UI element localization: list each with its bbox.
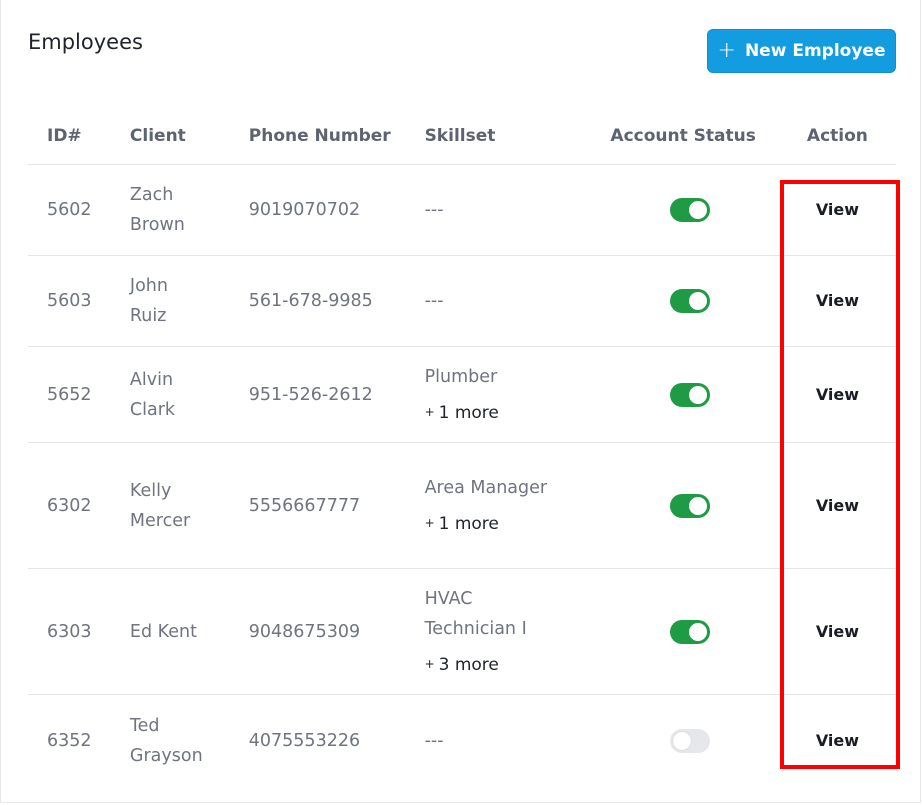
cell-action: View [778, 255, 896, 347]
cell-skillset: --- [425, 695, 564, 787]
cell-id: 5602 [28, 164, 130, 256]
cell-phone: 9019070702 [248, 164, 425, 256]
cell-skillset: HVAC Technician I +3 more [424, 568, 564, 695]
cell-account-status [563, 442, 779, 569]
cell-phone: 9048675309 [248, 568, 425, 695]
plus-icon: + [424, 656, 435, 671]
cell-action: View [778, 164, 896, 256]
skillset-more[interactable]: +3 more [425, 649, 564, 680]
table-row: 6352 Ted Grayson 4075553226 --- View [28, 695, 896, 787]
cell-action: View [778, 568, 896, 695]
new-employee-label: New Employee [744, 41, 886, 61]
account-status-toggle[interactable] [669, 728, 710, 753]
table-row: 6302 Kelly Mercer 5556667777 Area Manage… [28, 442, 896, 569]
cell-id: 5652 [28, 346, 130, 443]
column-header-phone[interactable]: Phone Number [248, 108, 425, 165]
client-name: Ted Grayson [129, 715, 203, 766]
employees-card: Employees + New Employee ID# Client Phon… [0, 0, 921, 803]
column-header-skillset[interactable]: Skillset [424, 108, 564, 165]
client-name: Ed Kent [129, 621, 197, 642]
toggle-knob [688, 496, 707, 515]
view-button[interactable]: View [816, 200, 859, 219]
cell-client: John Ruiz [129, 255, 249, 347]
account-status-toggle[interactable] [669, 198, 710, 222]
client-name: Kelly Mercer [129, 480, 191, 531]
cell-id: 5603 [28, 255, 130, 347]
view-button[interactable]: View [816, 385, 859, 404]
skillset-text: --- [424, 291, 444, 311]
cell-client: Kelly Mercer [129, 442, 249, 569]
cell-skillset: --- [424, 255, 564, 347]
cell-client: Ted Grayson [130, 695, 249, 787]
account-status-toggle[interactable] [669, 289, 710, 313]
cell-account-status [563, 568, 779, 695]
new-employee-button[interactable]: + New Employee [707, 29, 896, 73]
client-name: John Ruiz [129, 276, 168, 326]
cell-client: Ed Kent [129, 568, 249, 695]
skillset-more-label: 1 more [438, 402, 499, 423]
cell-skillset: --- [424, 164, 564, 256]
cell-id: 6303 [28, 568, 130, 695]
employees-table: ID# Client Phone Number Skillset Account… [28, 108, 896, 787]
table-header-row: ID# Client Phone Number Skillset Account… [28, 108, 896, 165]
skillset-more[interactable]: +1 more [425, 397, 564, 428]
plus-icon: + [717, 38, 736, 63]
account-status-toggle[interactable] [669, 382, 710, 407]
plus-icon: + [424, 404, 435, 419]
toggle-knob [672, 731, 691, 750]
view-button[interactable]: View [816, 291, 859, 310]
account-status-toggle[interactable] [669, 619, 710, 644]
cell-client: Zach Brown [129, 164, 249, 256]
skillset-more-label: 1 more [438, 513, 499, 534]
cell-id: 6302 [28, 442, 130, 569]
cell-phone: 951-526-2612 [248, 346, 425, 443]
cell-id: 6352 [47, 730, 92, 751]
cell-account-status [563, 346, 779, 443]
skillset-more[interactable]: +1 more [425, 508, 564, 539]
cell-account-status [563, 164, 779, 256]
cell-action: View [779, 695, 896, 787]
page-title: Employees [28, 30, 143, 54]
cell-skillset: Plumber +1 more [424, 346, 564, 443]
account-status-toggle[interactable] [669, 493, 710, 518]
view-button[interactable]: View [816, 622, 859, 641]
view-button[interactable]: View [816, 731, 859, 750]
column-header-client[interactable]: Client [129, 108, 249, 165]
toggle-knob [688, 201, 707, 219]
skillset-text: --- [424, 200, 444, 220]
skillset-text: --- [424, 730, 444, 751]
cell-phone: 5556667777 [248, 442, 425, 569]
view-button[interactable]: View [816, 496, 859, 515]
skillset-text: Area Manager [424, 477, 548, 498]
column-header-action: Action [778, 108, 896, 165]
toggle-knob [688, 385, 707, 404]
table-row: 5603 John Ruiz 561-678-9985 --- View [28, 255, 896, 347]
client-name: Zach Brown [129, 185, 185, 235]
toggle-knob [688, 292, 707, 310]
skillset-more-label: 3 more [438, 654, 499, 675]
skillset-text: HVAC Technician I [424, 588, 527, 639]
cell-phone: 561-678-9985 [248, 255, 425, 347]
plus-icon: + [424, 515, 435, 530]
table-row: 6303 Ed Kent 9048675309 HVAC Technician … [28, 568, 896, 695]
cell-action: View [778, 442, 896, 569]
cell-account-status [563, 695, 779, 787]
cell-phone: 4075553226 [248, 730, 361, 751]
cell-account-status [563, 255, 779, 347]
column-header-id[interactable]: ID# [28, 108, 130, 165]
skillset-text: Plumber [424, 366, 498, 387]
cell-action: View [778, 346, 896, 443]
client-name: Alvin Clark [129, 369, 176, 420]
column-header-account-status[interactable]: Account Status [563, 108, 779, 165]
cell-client: Alvin Clark [129, 346, 249, 443]
cell-skillset: Area Manager +1 more [424, 442, 564, 569]
toggle-knob [688, 622, 707, 641]
table-row: 5652 Alvin Clark 951-526-2612 Plumber +1 … [28, 346, 896, 443]
table-row: 5602 Zach Brown 9019070702 --- View [28, 164, 896, 256]
